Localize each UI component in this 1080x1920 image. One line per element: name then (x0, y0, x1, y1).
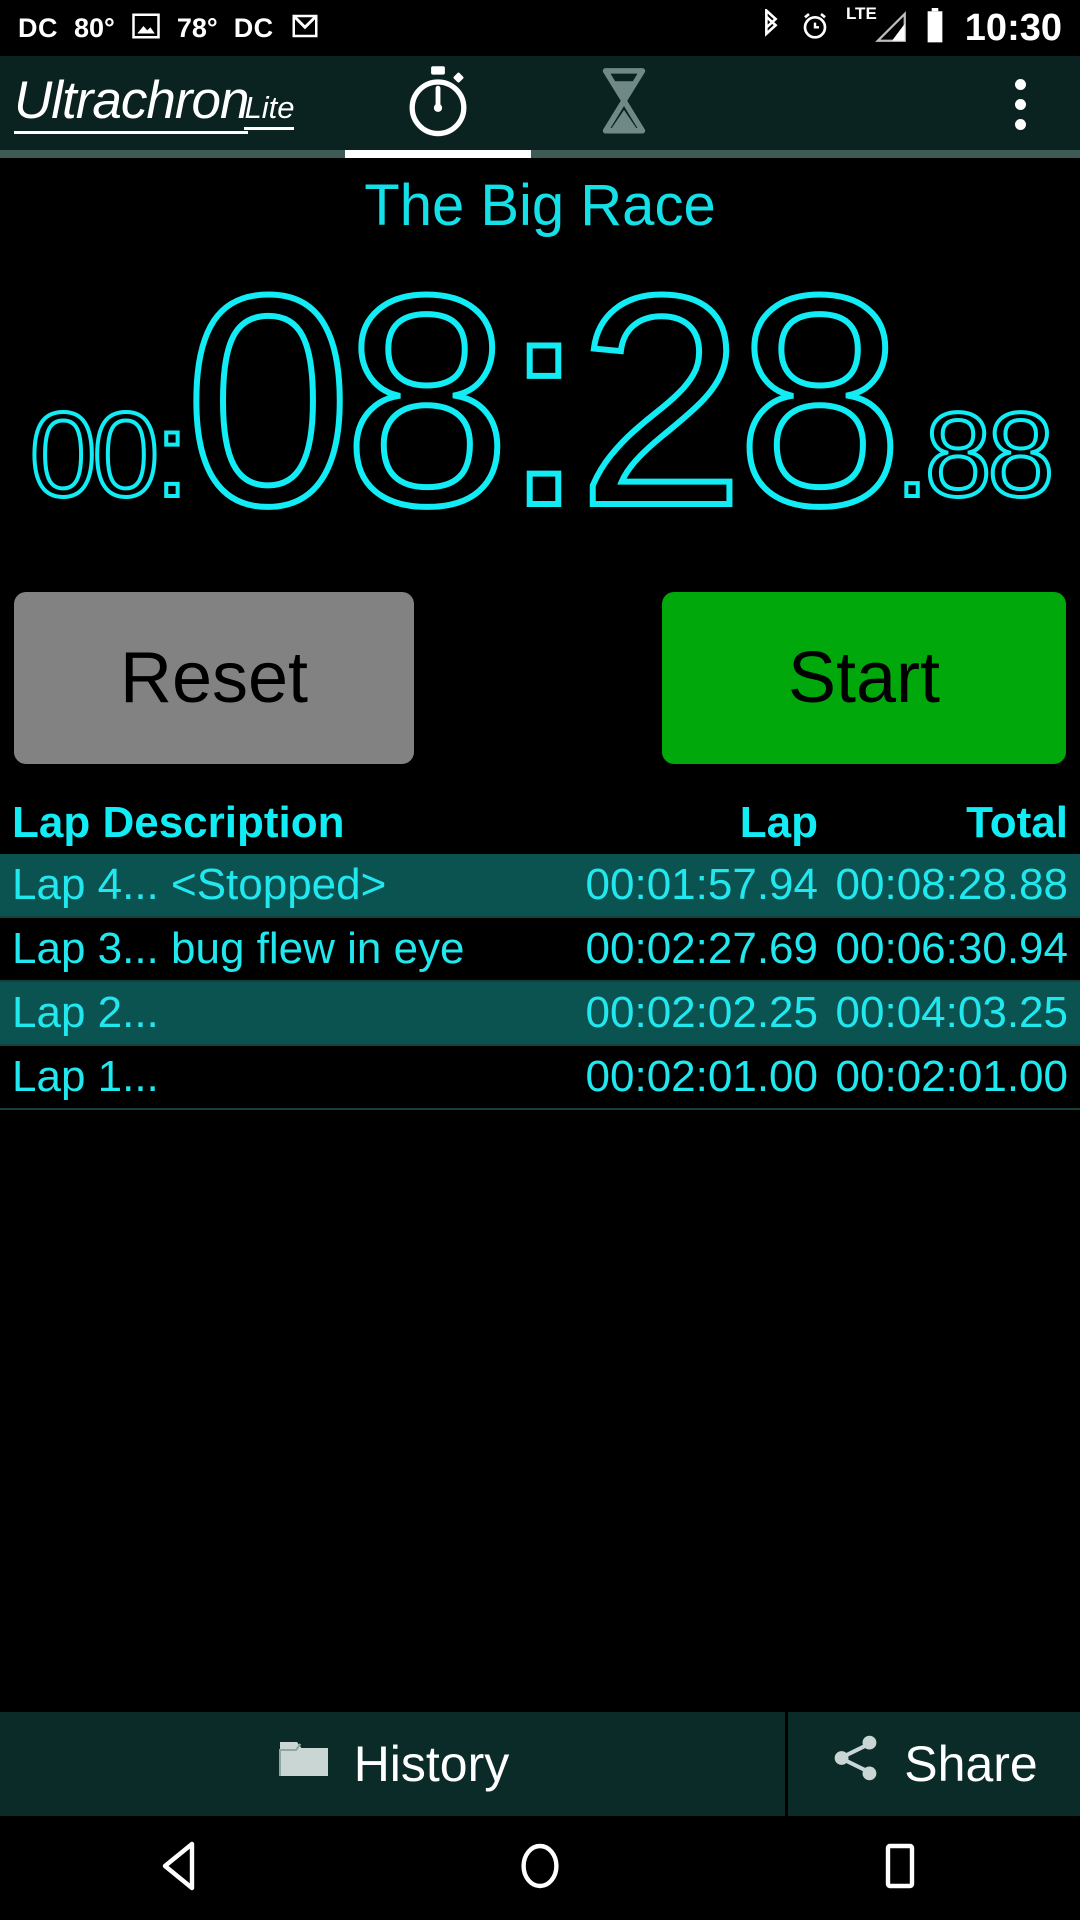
tab-stopwatch[interactable] (345, 56, 531, 152)
lap-description: Lap 1... (12, 1052, 159, 1101)
more-vertical-icon-dot1 (1014, 78, 1026, 90)
stopwatch-display: 00: 08:28 .88 (0, 242, 1080, 553)
more-vertical-icon-dot2 (1014, 98, 1026, 110)
table-row[interactable]: Lap 3... bug flew in eye 00:02:27.69 00:… (0, 918, 1080, 982)
header-description: Lap Description (12, 798, 345, 847)
battery-icon (924, 7, 946, 49)
table-row[interactable]: Lap 1... 00:02:01.00 00:02:01.00 (0, 1046, 1080, 1110)
temp-2: 78° (176, 12, 218, 43)
brand-edition: Lite (244, 92, 295, 130)
timer-fraction: .88 (893, 388, 1056, 522)
stopwatch-icon (403, 64, 473, 145)
overflow-menu-button[interactable] (990, 56, 1050, 152)
lap-description: Lap 4... <Stopped> (12, 860, 387, 909)
status-bar: DC 80° 78° DC LTE 10:30 (0, 0, 1080, 56)
lap-description: Lap 3... bug flew in eye (12, 924, 465, 973)
lte-signal-icon: LTE (846, 5, 909, 45)
control-buttons: Reset Start (0, 592, 1080, 772)
stopwatch-title: The Big Race (364, 173, 716, 238)
timer-hours: 00: (28, 388, 191, 522)
temp-1: 80° (74, 12, 115, 43)
header-total: Total (966, 798, 1068, 847)
folder-icon (276, 1734, 332, 1794)
reset-button[interactable]: Reset (14, 592, 414, 764)
lap-total: 00:04:03.25 (835, 988, 1068, 1037)
lte-label: LTE (845, 4, 877, 23)
table-row[interactable]: Lap 2... 00:02:02.25 00:04:03.25 (0, 982, 1080, 1046)
status-bar-right: LTE 10:30 (758, 5, 1062, 49)
lap-description: Lap 2... (12, 988, 159, 1037)
history-label: History (353, 1736, 510, 1792)
app-screen: DC 80° 78° DC LTE 10:30 Ultrachron Lite … (0, 0, 1080, 1920)
header-lap: Lap (739, 798, 818, 847)
lap-time: 00:01:57.94 (585, 860, 818, 909)
table-row[interactable]: Lap 4... <Stopped> 00:01:57.94 00:08:28.… (0, 854, 1080, 918)
tab-indicator-strip (0, 150, 1080, 158)
bottom-action-bar: History Share (0, 1712, 1080, 1816)
start-button[interactable]: Start (662, 592, 1066, 764)
app-bar: Ultrachron Lite (0, 56, 1080, 152)
android-nav-bar (0, 1816, 1080, 1920)
lap-time: 00:02:27.69 (585, 924, 818, 973)
tab-timer[interactable] (531, 56, 717, 152)
dc-label-2: DC (233, 12, 274, 43)
lap-total: 00:02:01.00 (835, 1052, 1068, 1101)
nav-recents-button[interactable] (720, 1838, 1080, 1899)
lap-total: 00:08:28.88 (835, 860, 1068, 909)
share-icon (830, 1733, 882, 1795)
gmail-icon (290, 11, 320, 46)
home-circle-icon (514, 1838, 566, 1899)
alarm-icon (799, 9, 831, 48)
timer-minutes-seconds: 08:28 (182, 232, 907, 568)
lap-time: 00:02:01.00 (585, 1052, 818, 1101)
nav-back-button[interactable] (0, 1838, 360, 1899)
recents-square-icon (874, 1838, 926, 1899)
back-triangle-icon (154, 1838, 206, 1899)
more-vertical-icon-dot3 (1014, 118, 1026, 130)
lap-time: 00:02:02.25 (585, 988, 818, 1037)
lap-table: Lap Description Lap Total Lap 4... <Stop… (0, 792, 1080, 1110)
bluetooth-icon (758, 7, 784, 48)
tab-bar (345, 56, 717, 152)
lap-table-header: Lap Description Lap Total (0, 792, 1080, 854)
status-bar-clock: 10:30 (964, 7, 1062, 49)
status-bar-left: DC 80° 78° DC (18, 11, 320, 46)
history-button[interactable]: History (0, 1712, 788, 1816)
hourglass-icon (593, 64, 655, 145)
brand-name: Ultrachron (14, 74, 249, 134)
share-label: Share (904, 1736, 1038, 1792)
app-logo: Ultrachron Lite (14, 74, 295, 134)
tab-indicator-active (345, 150, 531, 158)
share-button[interactable]: Share (788, 1712, 1080, 1816)
lap-total: 00:06:30.94 (835, 924, 1068, 973)
nav-home-button[interactable] (360, 1838, 720, 1899)
photo-icon (131, 11, 161, 46)
dc-label-1: DC (18, 12, 58, 43)
